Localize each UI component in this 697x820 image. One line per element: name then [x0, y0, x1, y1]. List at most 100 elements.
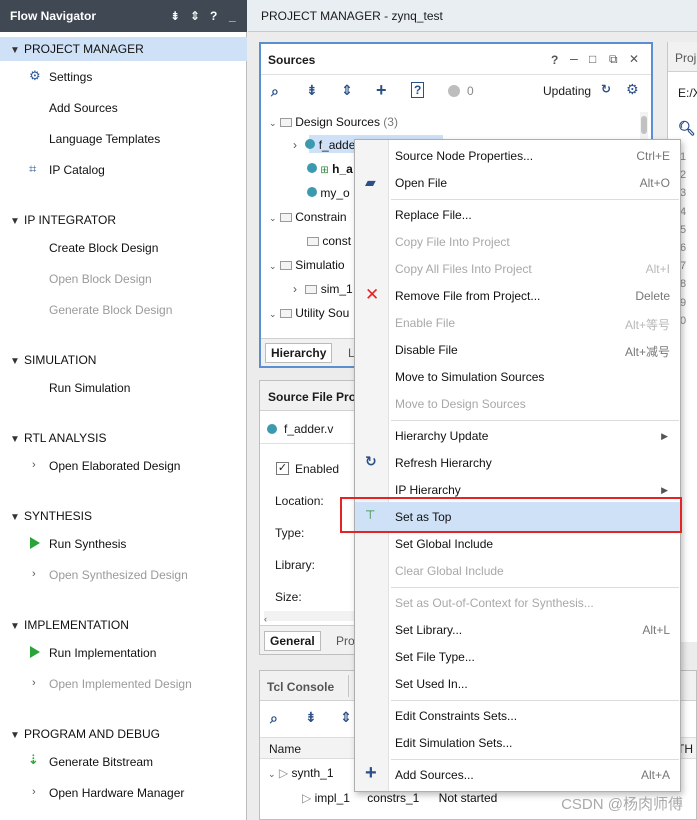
refresh-icon: ↻	[365, 453, 377, 469]
folder-icon	[307, 237, 319, 247]
table-row[interactable]: ▷ impl_1 constrs_1 Not started	[302, 791, 497, 805]
chevron-right-icon[interactable]: ›	[293, 282, 297, 296]
tree-h-a[interactable]: ⊞ h_a	[307, 162, 353, 176]
help-icon[interactable]: ?	[210, 9, 217, 23]
menu-disable-file[interactable]: Disable File	[395, 343, 458, 357]
menu-add-sources[interactable]: Add Sources...	[395, 768, 474, 782]
nav-open-block-design: Open Block Design	[49, 272, 152, 286]
tree-my-o[interactable]: my_o	[307, 186, 350, 200]
collapse-all-icon[interactable]: ⇟	[305, 709, 317, 726]
add-icon[interactable]: +	[376, 80, 387, 101]
section-rtl-analysis[interactable]: ▼ RTL ANALYSIS	[10, 431, 106, 445]
section-project-manager[interactable]: ▼ PROJECT MANAGER	[10, 42, 144, 56]
menu-set-file-type[interactable]: Set File Type...	[395, 650, 475, 664]
float-icon[interactable]: ⧉	[609, 52, 618, 67]
nav-open-hardware-manager[interactable]: Open Hardware Manager	[49, 786, 184, 800]
chevron-down-icon[interactable]: ⌄	[269, 213, 277, 223]
section-synthesis[interactable]: ▼ SYNTHESIS	[10, 509, 92, 523]
tab-properties[interactable]: Pro	[336, 634, 355, 648]
nav-run-simulation[interactable]: Run Simulation	[49, 381, 130, 395]
enabled-checkbox[interactable]: ✓	[276, 462, 289, 475]
nav-generate-block-design: Generate Block Design	[49, 303, 173, 317]
submenu-arrow-icon: ▶	[661, 485, 668, 495]
table-row[interactable]: ⌄ ▷ synth_1	[268, 766, 334, 780]
collapse-all-icon[interactable]: ⇟	[306, 82, 318, 99]
chevron-right-icon[interactable]: ›	[293, 138, 297, 152]
chevron-down-icon[interactable]: ⌄	[269, 261, 277, 271]
tree-sim-1[interactable]: › sim_1	[293, 282, 353, 296]
menu-set-used-in[interactable]: Set Used In...	[395, 677, 468, 691]
menu-edit-simulation-sets[interactable]: Edit Simulation Sets...	[395, 736, 512, 750]
search-icon[interactable]: ⌕	[270, 710, 278, 727]
chevron-right-icon[interactable]: ›	[32, 786, 36, 798]
open-folder-icon: ▰	[365, 174, 376, 190]
minimize-icon[interactable]: _	[229, 9, 236, 23]
project-panel-title: Proj	[675, 51, 697, 65]
search-icon[interactable]: 🔍︎	[678, 120, 696, 137]
section-title: PROJECT MANAGER	[24, 42, 144, 56]
verilog-file-icon	[305, 139, 316, 149]
menu-replace-file[interactable]: Replace File...	[395, 208, 472, 222]
folder-icon	[279, 261, 292, 271]
section-program-and-debug[interactable]: ▼ PROGRAM AND DEBUG	[10, 727, 160, 741]
nav-run-implementation[interactable]: Run Implementation	[49, 646, 156, 660]
column-name[interactable]: Name	[269, 742, 301, 756]
chevron-down-icon[interactable]: ⌄	[268, 769, 276, 779]
tree-design-sources[interactable]: ⌄ Design Sources (3)	[269, 115, 398, 129]
section-implementation[interactable]: ▼ IMPLEMENTATION	[10, 618, 129, 632]
shortcut-label: Alt+O	[639, 176, 670, 190]
help-icon[interactable]: ?	[551, 53, 558, 67]
close-icon[interactable]: ✕	[629, 52, 639, 66]
menu-hierarchy-update[interactable]: Hierarchy Update	[395, 429, 488, 443]
minimize-icon[interactable]: –	[570, 50, 578, 66]
collapse-all-icon[interactable]: ⇟	[170, 9, 180, 23]
tab-tcl-console[interactable]: Tcl Console	[267, 680, 334, 694]
horizontal-scrollbar[interactable]: ‹	[264, 611, 356, 624]
tree-constraints[interactable]: ⌄ Constrain	[269, 210, 347, 224]
tree-constrs[interactable]: const	[307, 234, 351, 248]
tree-simulation-sources[interactable]: ⌄ Simulatio	[269, 258, 345, 272]
chevron-down-icon[interactable]: ⌄	[269, 118, 277, 128]
nav-ip-catalog[interactable]: IP Catalog	[49, 163, 105, 177]
menu-refresh-hierarchy[interactable]: Refresh Hierarchy	[395, 456, 492, 470]
section-ip-integrator[interactable]: ▼ IP INTEGRATOR	[10, 213, 116, 227]
shortcut-label: Alt+等号	[624, 318, 670, 332]
properties-icon[interactable]: ?	[411, 82, 425, 98]
folder-icon	[305, 285, 318, 295]
menu-copy-file-into-project: Copy File Into Project	[395, 235, 510, 249]
tab-hierarchy[interactable]: Hierarchy	[265, 343, 333, 363]
section-simulation[interactable]: ▼ SIMULATION	[10, 353, 96, 367]
nav-settings[interactable]: Settings	[49, 70, 92, 84]
search-icon[interactable]: ⌕	[271, 83, 279, 100]
project-path: E:/X	[678, 86, 697, 100]
menu-move-to-simulation[interactable]: Move to Simulation Sources	[395, 370, 544, 384]
menu-ip-hierarchy[interactable]: IP Hierarchy	[395, 483, 461, 497]
chevron-down-icon[interactable]: ⌄	[269, 309, 277, 319]
messages-icon	[448, 85, 460, 97]
menu-set-global-include[interactable]: Set Global Include	[395, 537, 493, 551]
gear-icon[interactable]: ⚙	[626, 81, 639, 98]
chevron-right-icon[interactable]: ›	[32, 568, 36, 580]
menu-open-file[interactable]: Open File	[395, 176, 447, 190]
tab-general[interactable]: General	[264, 631, 321, 651]
expand-all-icon[interactable]: ⇕	[340, 709, 352, 726]
chevron-right-icon[interactable]: ›	[32, 459, 36, 471]
refresh-icon[interactable]: ↻	[601, 82, 611, 96]
tree-f-adder[interactable]: › f_adder	[293, 138, 359, 152]
nav-create-block-design[interactable]: Create Block Design	[49, 241, 158, 255]
verilog-file-icon	[267, 424, 277, 434]
nav-run-synthesis[interactable]: Run Synthesis	[49, 537, 126, 551]
nav-language-templates[interactable]: Language Templates	[49, 132, 160, 146]
menu-set-library[interactable]: Set Library...	[395, 623, 462, 637]
nav-generate-bitstream[interactable]: Generate Bitstream	[49, 755, 153, 769]
menu-edit-constraints-sets[interactable]: Edit Constraints Sets...	[395, 709, 517, 723]
expand-all-icon[interactable]: ⇕	[341, 82, 353, 99]
menu-remove-file[interactable]: Remove File from Project...	[395, 289, 540, 303]
nav-open-elaborated-design[interactable]: Open Elaborated Design	[49, 459, 180, 473]
nav-add-sources[interactable]: Add Sources	[49, 101, 118, 115]
expand-icon[interactable]: ⇕	[190, 9, 200, 23]
chevron-right-icon[interactable]: ›	[32, 677, 36, 689]
menu-source-node-properties[interactable]: Source Node Properties...	[395, 149, 533, 163]
tree-utility-sources[interactable]: ⌄ Utility Sou	[269, 306, 349, 320]
maximize-icon[interactable]: □	[589, 52, 596, 66]
